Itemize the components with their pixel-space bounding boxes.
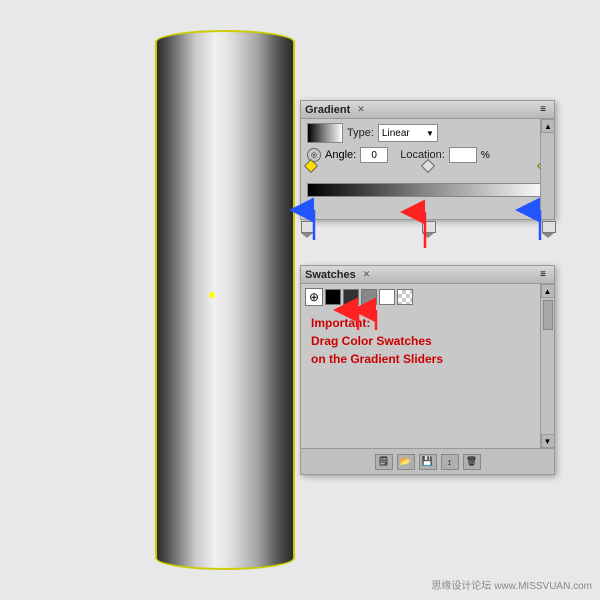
swatches-toolbar: ⊕ [305, 288, 550, 306]
swatches-panel-title: Swatches [305, 269, 356, 281]
delete-swatch-icon[interactable]: 🗑 [463, 454, 481, 470]
color-stop-left[interactable] [301, 221, 313, 235]
swatch-mid[interactable] [361, 289, 377, 305]
angle-label: Angle: [325, 149, 356, 161]
swatches-scroll-thumb[interactable] [543, 300, 553, 330]
angle-input[interactable]: 0 [360, 147, 388, 163]
swatches-scroll-up[interactable]: ▲ [541, 284, 555, 298]
gradient-scroll-up[interactable]: ▲ [541, 119, 555, 133]
yellow-dot [209, 292, 215, 298]
location-label: Location: [400, 149, 445, 161]
swatch-target-icon[interactable]: ⊕ [305, 288, 323, 306]
swatches-title-left: Swatches ✕ [305, 269, 370, 281]
swatch-dark[interactable] [343, 289, 359, 305]
swatches-scrollbar[interactable]: ▲ ▼ [540, 284, 554, 448]
color-stop-right[interactable] [542, 221, 554, 235]
swatches-panel: Swatches ✕ ≡ ⊕ Important: Drag Color Swa… [300, 265, 555, 475]
swatch-black[interactable] [325, 289, 341, 305]
swatches-panel-menu[interactable]: ≡ [536, 268, 550, 282]
replace-swatches-icon[interactable]: ↕ [441, 454, 459, 470]
percent-label: % [481, 150, 490, 161]
swatches-bottom-toolbar: 🗒 📂 💾 ↕ 🗑 [301, 448, 554, 474]
instruction-important: Important: [311, 314, 544, 332]
swatches-panel-titlebar: Swatches ✕ ≡ [301, 266, 554, 284]
gradient-panel-scrollbar[interactable]: ▲ [540, 119, 554, 219]
gradient-panel-content: Type: Linear ▼ ◎ Angle: 0 Location: % [301, 119, 554, 223]
instruction-line2: on the Gradient Sliders [311, 350, 544, 368]
type-label: Type: [347, 127, 374, 139]
gradient-slider-container [307, 169, 548, 219]
gradient-panel-title-left: Gradient ✕ [305, 104, 365, 116]
swatches-scroll-down[interactable]: ▼ [541, 434, 555, 448]
instruction-text: Important: Drag Color Swatches on the Gr… [305, 310, 550, 372]
instruction-line1: Drag Color Swatches [311, 332, 544, 350]
gradient-panel: Gradient ✕ ≡ Type: Linear ▼ ◎ Angle: 0 L… [300, 100, 555, 220]
cylinder-container [155, 20, 295, 580]
gradient-panel-menu[interactable]: ≡ [536, 103, 550, 117]
canvas-area: Gradient ✕ ≡ Type: Linear ▼ ◎ Angle: 0 L… [0, 0, 600, 600]
type-select-value: Linear [382, 128, 410, 139]
gradient-panel-close[interactable]: ✕ [357, 104, 365, 115]
gradient-panel-title: Gradient [305, 104, 350, 116]
color-stop-mid[interactable] [422, 221, 434, 235]
swatches-content: ⊕ Important: Drag Color Swatches on the … [301, 284, 554, 376]
gradient-panel-titlebar: Gradient ✕ ≡ [301, 101, 554, 119]
cylinder-gradient [155, 30, 295, 570]
watermark: 思缘设计论坛 www.MISSVUAN.com [431, 577, 592, 592]
swatch-transparent[interactable] [397, 289, 413, 305]
type-select-arrow: ▼ [426, 129, 434, 138]
save-swatches-icon[interactable]: 💾 [419, 454, 437, 470]
gradient-preview[interactable] [307, 123, 343, 143]
type-select[interactable]: Linear ▼ [378, 124, 438, 142]
swatch-white[interactable] [379, 289, 395, 305]
swatches-panel-close[interactable]: ✕ [363, 269, 371, 280]
gradient-bar[interactable] [307, 183, 548, 197]
new-swatch-icon[interactable]: 🗒 [375, 454, 393, 470]
location-input[interactable] [449, 147, 477, 163]
gradient-type-row: Type: Linear ▼ [307, 123, 548, 143]
load-swatches-icon[interactable]: 📂 [397, 454, 415, 470]
